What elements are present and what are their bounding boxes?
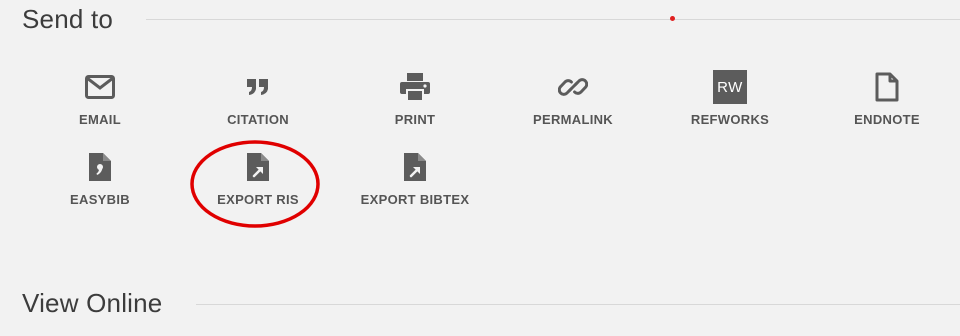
easybib-label: EASYBIB [70, 192, 130, 207]
print-label: PRINT [394, 112, 436, 127]
refworks-label: REFWORKS [690, 112, 770, 127]
citation-label: CITATION [227, 112, 289, 127]
export-bibtex-label: EXPORT BIBTEX [360, 192, 470, 207]
easybib-icon [83, 150, 117, 184]
refworks-action[interactable]: RW REFWORKS [660, 70, 800, 127]
link-icon [556, 70, 590, 104]
permalink-action[interactable]: PERMALINK [503, 70, 643, 127]
indicator-dot [670, 16, 675, 21]
email-action[interactable]: EMAIL [30, 70, 170, 127]
document-icon [870, 70, 904, 104]
export-file-icon [241, 150, 275, 184]
print-action[interactable]: PRINT [345, 70, 485, 127]
easybib-action[interactable]: EASYBIB [30, 150, 170, 207]
printer-icon [398, 70, 432, 104]
quote-icon [241, 70, 275, 104]
endnote-action[interactable]: ENDNOTE [817, 70, 957, 127]
endnote-label: ENDNOTE [854, 112, 920, 127]
export-file-icon [398, 150, 432, 184]
envelope-icon [83, 70, 117, 104]
refworks-icon: RW [713, 70, 747, 104]
view-online-divider [196, 304, 960, 305]
export-bibtex-action[interactable]: EXPORT BIBTEX [345, 150, 485, 207]
view-online-heading: View Online [22, 288, 163, 318]
refworks-badge: RW [713, 70, 747, 104]
permalink-label: PERMALINK [533, 112, 613, 127]
send-to-divider [146, 19, 960, 20]
export-ris-label: EXPORT RIS [217, 192, 299, 207]
citation-action[interactable]: CITATION [188, 70, 328, 127]
export-ris-action[interactable]: EXPORT RIS [188, 150, 328, 207]
send-to-heading: Send to [22, 4, 114, 34]
email-label: EMAIL [79, 112, 121, 127]
